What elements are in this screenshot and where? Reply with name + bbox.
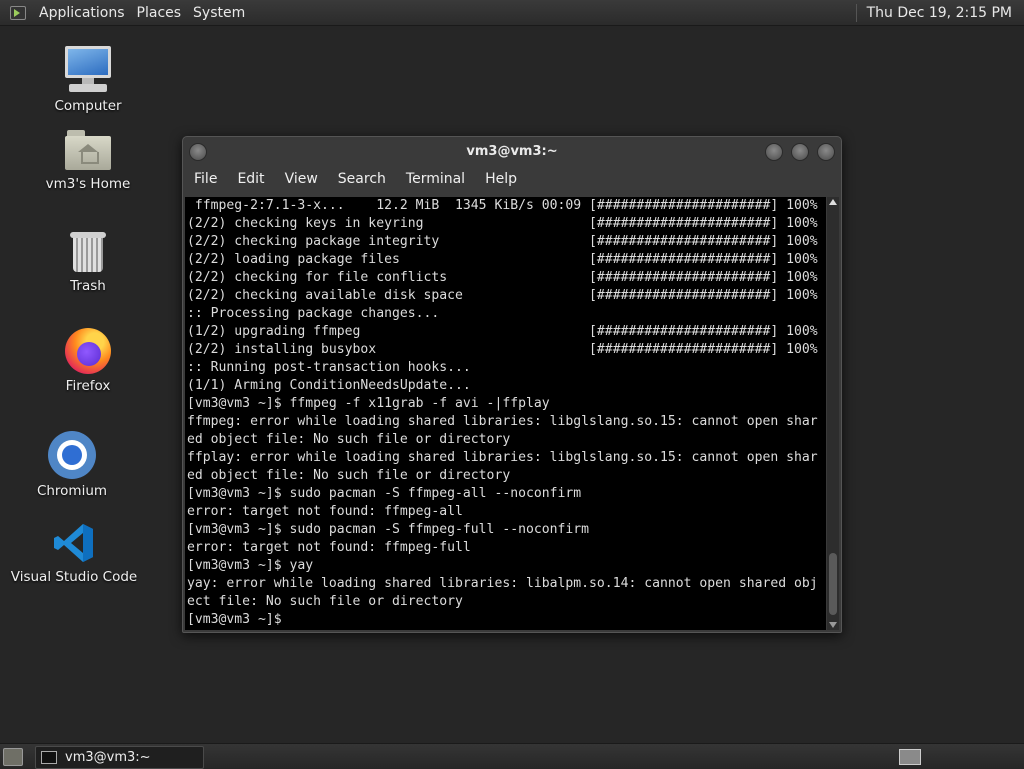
applications-menu[interactable]: Applications [33,5,131,21]
minimize-button[interactable] [765,143,783,161]
top-panel: Applications Places System Thu Dec 19, 2… [0,0,1024,26]
window-title: vm3@vm3:~ [466,144,558,159]
close-button[interactable] [817,143,835,161]
computer-icon [63,46,113,94]
menu-terminal[interactable]: Terminal [396,171,475,193]
terminal-line: [vm3@vm3 ~]$ sudo pacman -S ffmpeg-all -… [187,486,582,501]
desktop-icon-home[interactable]: vm3's Home [18,130,158,192]
bottom-panel: vm3@vm3:~ [0,743,1024,769]
terminal-line: error: target not found: ffmpeg-full [187,540,471,555]
terminal-line: :: Running post-transaction hooks... [187,360,471,375]
terminal-menubar: File Edit View Search Terminal Help [183,171,841,193]
terminal-line: (2/2) checking for file conflicts [#####… [187,270,818,285]
terminal-line: (1/2) upgrading ffmpeg [################… [187,324,818,339]
desktop-icon-label: Visual Studio Code [10,569,138,585]
scrollbar-thumb[interactable] [829,553,837,615]
terminal-icon [41,751,57,764]
desktop-icon-label: Computer [54,98,122,114]
terminal-line: ffmpeg-2:7.1-3-x... 12.2 MiB 1345 KiB/s … [187,198,818,213]
terminal-line: (1/1) Arming ConditionNeedsUpdate... [187,378,471,393]
desktop-icon-firefox[interactable]: Firefox [18,328,158,394]
places-menu[interactable]: Places [131,5,188,21]
maximize-button[interactable] [791,143,809,161]
desktop-icon-chromium[interactable]: Chromium [2,431,142,499]
chromium-icon [48,431,96,479]
desktop-icon-trash[interactable]: Trash [18,230,158,294]
system-menu[interactable]: System [187,5,251,21]
home-folder-icon [65,130,111,172]
terminal-line: yay: error while loading shared librarie… [187,576,818,591]
terminal-line: [vm3@vm3 ~]$ yay [187,558,314,573]
scroll-up-arrow-icon[interactable] [829,199,837,205]
terminal-line: ffplay: error while loading shared libra… [187,450,818,465]
terminal-line: (2/2) loading package files [###########… [187,252,818,267]
workspace-switcher[interactable] [899,749,921,765]
terminal-prompt-line: [vm3@vm3 ~]$ [187,612,290,627]
taskbar-button-label: vm3@vm3:~ [65,750,151,765]
vscode-icon [52,521,96,565]
terminal-scrollbar[interactable] [827,197,839,630]
terminal-line: (2/2) checking keys in keyring [########… [187,216,818,231]
menu-view[interactable]: View [275,171,328,193]
applications-logo-icon[interactable] [9,4,27,22]
menu-file[interactable]: File [183,171,227,193]
terminal-line: ect file: No such file or directory [187,594,463,609]
menu-help[interactable]: Help [475,171,527,193]
taskbar-button-terminal[interactable]: vm3@vm3:~ [35,746,204,769]
terminal-window[interactable]: vm3@vm3:~ File Edit View Search Terminal… [182,136,842,633]
desktop-icon-label: Firefox [65,378,111,394]
menu-edit[interactable]: Edit [227,171,274,193]
terminal-line: (2/2) checking package integrity [######… [187,234,818,249]
panel-separator [855,3,857,22]
menu-search[interactable]: Search [328,171,396,193]
scroll-down-arrow-icon[interactable] [829,622,837,628]
desktop-icon-label: vm3's Home [45,176,131,192]
terminal-line: [vm3@vm3 ~]$ sudo pacman -S ffmpeg-full … [187,522,590,537]
terminal-line: error: target not found: ffmpeg-all [187,504,463,519]
terminal-line: (2/2) installing busybox [##############… [187,342,818,357]
window-titlebar[interactable]: vm3@vm3:~ [183,137,841,167]
terminal-line: (2/2) checking available disk space [###… [187,288,818,303]
clock[interactable]: Thu Dec 19, 2:15 PM [867,5,1012,21]
terminal-line: :: Processing package changes... [187,306,440,321]
show-desktop-icon[interactable] [3,748,23,766]
trash-icon [70,230,106,274]
desktop-icon-computer[interactable]: Computer [18,46,158,114]
desktop-icon-vscode[interactable]: Visual Studio Code [4,521,144,585]
desktop-icon-label: Chromium [36,483,108,499]
terminal-output[interactable]: ffmpeg-2:7.1-3-x... 12.2 MiB 1345 KiB/s … [185,197,826,630]
terminal-line: ed object file: No such file or director… [187,432,511,447]
terminal-line: ffmpeg: error while loading shared libra… [187,414,818,429]
terminal-line: [vm3@vm3 ~]$ ffmpeg -f x11grab -f avi -|… [187,396,550,411]
desktop-icon-label: Trash [70,278,106,294]
firefox-icon [65,328,111,374]
terminal-line: ed object file: No such file or director… [187,468,511,483]
